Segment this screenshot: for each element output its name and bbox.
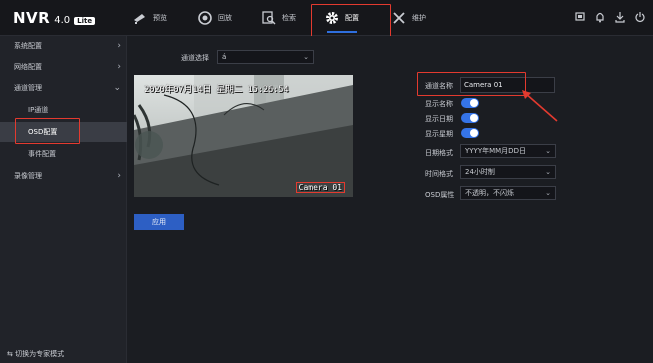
logo-text: NVR	[13, 9, 51, 27]
chevron-right-icon: ›	[117, 62, 121, 72]
chevron-right-icon: ›	[117, 41, 121, 51]
camera-icon	[134, 14, 145, 24]
sidebar-item-label: IP通道	[28, 106, 49, 114]
bell-icon[interactable]	[595, 11, 605, 23]
power-icon[interactable]	[635, 11, 645, 23]
expert-mode-toggle[interactable]: ⇆ 切换为专家模式	[7, 349, 64, 359]
channel-select-label: 通道选择	[181, 54, 209, 62]
apply-button[interactable]: 应用	[134, 214, 184, 230]
show-date-label: 显示日期	[425, 115, 453, 123]
chevron-down-icon: ⌄	[545, 168, 551, 176]
date-format-label: 日期格式	[425, 149, 453, 157]
sidebar-item-system[interactable]: 系统配置 ›	[0, 36, 127, 56]
top-bar: NVR 4.0 Lite 预览 回放 检索 配置 维护	[0, 0, 653, 37]
nav-label: 维护	[412, 14, 426, 22]
show-name-label: 显示名称	[425, 100, 453, 108]
time-format-label: 时间格式	[425, 170, 453, 178]
sidebar-item-label: 通道管理	[14, 84, 42, 92]
chevron-down-icon: ⌄	[545, 147, 551, 155]
nav-preview[interactable]: 预览	[133, 0, 167, 36]
nav-label: 回放	[218, 14, 232, 22]
nav-label: 检索	[282, 14, 296, 22]
download-icon[interactable]	[615, 11, 625, 23]
time-format-value: 24小时制	[465, 168, 495, 176]
wrench-icon	[393, 12, 405, 24]
sidebar-item-recording[interactable]: 录像管理 ›	[0, 166, 127, 186]
channel-select[interactable]: á ⌄	[217, 50, 314, 64]
sidebar-item-label: 录像管理	[14, 172, 42, 180]
chevron-right-icon: ›	[117, 171, 121, 181]
logo-version: 4.0	[54, 15, 71, 26]
date-format-value: YYYY年MM月DD日	[465, 147, 526, 155]
sidebar-item-event-config[interactable]: 事件配置	[0, 144, 127, 164]
sidebar-item-label: 事件配置	[28, 150, 56, 158]
date-format-select[interactable]: YYYY年MM月DD日 ⌄	[460, 144, 556, 158]
time-format-select[interactable]: 24小时制 ⌄	[460, 165, 556, 179]
nav-playback[interactable]: 回放	[198, 0, 232, 36]
osd-attr-value: 不透明，不闪烁	[465, 189, 514, 197]
nav-label: 预览	[153, 14, 167, 22]
show-week-label: 显示星期	[425, 130, 453, 138]
channel-select-value: á	[222, 53, 227, 61]
chevron-down-icon: ⌄	[545, 189, 551, 197]
top-icon-group	[575, 11, 645, 23]
osd-time-overlay[interactable]: 2020年07月14日 星期二 15:26:54	[144, 82, 289, 95]
sidebar-item-label: 网络配置	[14, 63, 42, 71]
sidebar-item-network[interactable]: 网络配置 ›	[0, 57, 127, 77]
show-name-toggle[interactable]	[461, 98, 479, 108]
osd-attr-label: OSD属性	[425, 191, 455, 199]
osd-name-overlay[interactable]: Camera 01	[295, 182, 345, 193]
sidebar-item-label: 系统配置	[14, 42, 42, 50]
show-date-toggle[interactable]	[461, 113, 479, 123]
sidebar-item-ip-channel[interactable]: IP通道	[0, 100, 127, 120]
sidebar: 系统配置 › 网络配置 › 通道管理 ⌄ IP通道 OSD配置 事件配置 录像管…	[0, 36, 127, 363]
highlight-osd-item	[15, 118, 80, 144]
app-logo: NVR 4.0 Lite	[13, 9, 96, 27]
search-icon	[262, 11, 276, 25]
chevron-down-icon: ⌄	[303, 53, 309, 61]
osd-attr-select[interactable]: 不透明，不闪烁 ⌄	[460, 186, 556, 200]
chevron-down-icon: ⌄	[113, 83, 121, 93]
nav-maintenance[interactable]: 维护	[392, 0, 426, 36]
sidebar-item-channel-management[interactable]: 通道管理 ⌄	[0, 78, 127, 98]
highlight-channel-name	[417, 72, 526, 96]
video-preview[interactable]: 2020年07月14日 星期二 15:26:54 Camera 01	[134, 75, 353, 197]
screen-icon[interactable]	[575, 11, 585, 23]
show-week-toggle[interactable]	[461, 128, 479, 138]
logo-edition: Lite	[74, 17, 96, 25]
playback-icon	[198, 11, 212, 25]
annotation-arrow-icon	[522, 90, 558, 122]
nav-search[interactable]: 检索	[262, 0, 296, 36]
highlight-config-tab	[311, 4, 391, 37]
